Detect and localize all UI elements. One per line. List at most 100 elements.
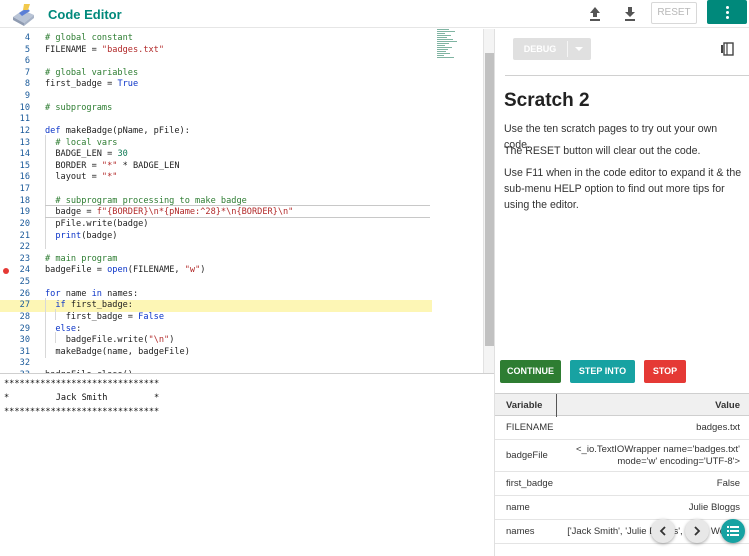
code-line[interactable]: 12 def makeBadge(pName, pFile): (0, 126, 432, 138)
line-number: 25 (19, 277, 30, 288)
console-output[interactable]: ****************************** * Jack Sm… (0, 373, 494, 556)
variable-value: False (716, 478, 740, 489)
table-header: Variable Value (495, 393, 749, 417)
code-line[interactable]: 6 (0, 56, 432, 68)
table-row: badgeFile <_io.TextIOWrapper name='badges… (495, 440, 749, 472)
line-number: 5 (24, 44, 30, 55)
line-number: 18 (19, 195, 30, 206)
table-row: first_badge False (495, 472, 749, 496)
book-icon[interactable] (720, 41, 736, 57)
scratch-title: Scratch 2 (504, 90, 590, 111)
step-into-button[interactable]: STEP INTO (570, 360, 635, 383)
debug-button[interactable]: DEBUG (513, 38, 591, 60)
code-text: # main program (45, 253, 118, 264)
more-menu-button[interactable] (707, 0, 747, 24)
code-text: # subprograms (45, 102, 113, 113)
variable-name: FILENAME (506, 422, 554, 433)
code-line[interactable]: 24 badgeFile = open(FILENAME, "w") (0, 265, 432, 277)
line-number: 23 (19, 253, 30, 264)
code-line[interactable]: 21 print(badge) (0, 231, 432, 243)
code-line[interactable]: 15 BORDER = "*" * BADGE_LEN (0, 161, 432, 173)
code-line[interactable]: 14 BADGE_LEN = 30 (0, 149, 432, 161)
indent-guide (45, 135, 46, 249)
line-number: 16 (19, 172, 30, 183)
previous-button[interactable] (651, 519, 675, 543)
upload-icon[interactable] (584, 4, 606, 24)
line-number: 4 (24, 33, 30, 43)
line-number: 20 (19, 218, 30, 229)
indent-guide (45, 298, 46, 358)
line-number: 31 (19, 346, 30, 357)
code-line[interactable]: 28 first_badge = False (0, 312, 432, 324)
line-number: 14 (19, 149, 30, 160)
code-line[interactable]: 8 first_badge = True (0, 79, 432, 91)
code-line[interactable]: 5 FILENAME = "badges.txt" (0, 45, 432, 57)
list-icon (727, 526, 739, 536)
code-text: BADGE_LEN = 30 (45, 149, 128, 160)
code-line[interactable]: 32 (0, 358, 432, 370)
code-line[interactable]: 7 # global variables (0, 68, 432, 80)
code-line[interactable]: 20 pFile.write(badge) (0, 219, 432, 231)
code-line[interactable]: 29 else: (0, 324, 432, 336)
code-editor[interactable]: 4 # global constant 5 FILENAME = "badges.tx… (0, 29, 494, 373)
indent-guide (55, 309, 56, 320)
code-line[interactable]: 11 (0, 114, 432, 126)
reset-button[interactable]: RESET (651, 2, 697, 24)
line-marker (45, 217, 430, 218)
divider (505, 75, 749, 76)
code-text: if first_badge: (55, 300, 133, 311)
variable-value: <_io.TextIOWrapper name='badges.txt' mod… (576, 444, 740, 467)
variable-name: first_badge (506, 478, 554, 489)
list-menu-button[interactable] (721, 519, 745, 543)
code-line[interactable]: 4 # global constant (0, 33, 432, 45)
line-number: 21 (19, 230, 30, 241)
code-line[interactable]: 22 (0, 242, 432, 254)
download-icon[interactable] (619, 4, 641, 24)
line-marker (45, 205, 430, 206)
code-text: first_badge = True (45, 79, 139, 90)
chevron-left-icon (659, 526, 666, 536)
editor-scrollbar-thumb[interactable] (485, 53, 494, 346)
chevron-down-icon[interactable] (575, 47, 583, 51)
stop-button[interactable]: STOP (644, 360, 686, 383)
code-line[interactable]: 31 makeBadge(name, badgeFile) (0, 347, 432, 359)
line-number: 11 (19, 114, 30, 125)
code-text: # global constant (45, 33, 133, 43)
code-line[interactable]: 23 # main program (0, 254, 432, 266)
code-line[interactable]: 26 for name in names: (0, 289, 432, 301)
variable-name: name (506, 502, 530, 513)
code-text: makeBadge(name, badgeFile) (45, 346, 190, 357)
continue-button[interactable]: CONTINUE (500, 360, 561, 383)
line-number: 30 (19, 335, 30, 346)
code-line[interactable]: 13 # local vars (0, 138, 432, 150)
line-number: 29 (19, 323, 30, 334)
line-number: 24 (19, 265, 30, 276)
code-line[interactable]: 16 layout = "*" (0, 172, 432, 184)
code-line[interactable]: 30 badgeFile.write("\n") (0, 335, 432, 347)
debug-button-label: DEBUG (523, 44, 557, 54)
variable-name: names (506, 526, 535, 537)
code-line[interactable]: 27 if first_badge: (0, 300, 432, 312)
line-number: 22 (19, 242, 30, 253)
code-text: # global variables (45, 67, 139, 78)
line-number: 13 (19, 137, 30, 148)
next-button[interactable] (685, 519, 709, 543)
line-number: 8 (24, 79, 30, 90)
variable-value: badges.txt (696, 422, 740, 433)
chevron-right-icon (694, 526, 701, 536)
code-minimap[interactable] (437, 29, 461, 75)
code-text: badgeFile.write("\n") (45, 335, 175, 346)
code-line[interactable]: 25 (0, 277, 432, 289)
console-line: ****************************** (4, 407, 160, 417)
code-line[interactable]: 17 (0, 184, 432, 196)
code-text: else: (55, 323, 82, 334)
code-text: BORDER = "*" * BADGE_LEN (45, 160, 180, 171)
breakpoint-icon[interactable] (3, 268, 9, 275)
code-line[interactable]: 10 # subprograms (0, 103, 432, 115)
code-text: # local vars (55, 137, 118, 148)
code-text: pFile.write(badge) (45, 218, 149, 229)
code-text: for name in names: (45, 288, 139, 299)
code-line[interactable]: 9 (0, 91, 432, 103)
variable-rows: FILENAME badges.txt badgeFile <_io.TextIOWr… (495, 416, 749, 544)
line-number: 17 (19, 184, 30, 195)
